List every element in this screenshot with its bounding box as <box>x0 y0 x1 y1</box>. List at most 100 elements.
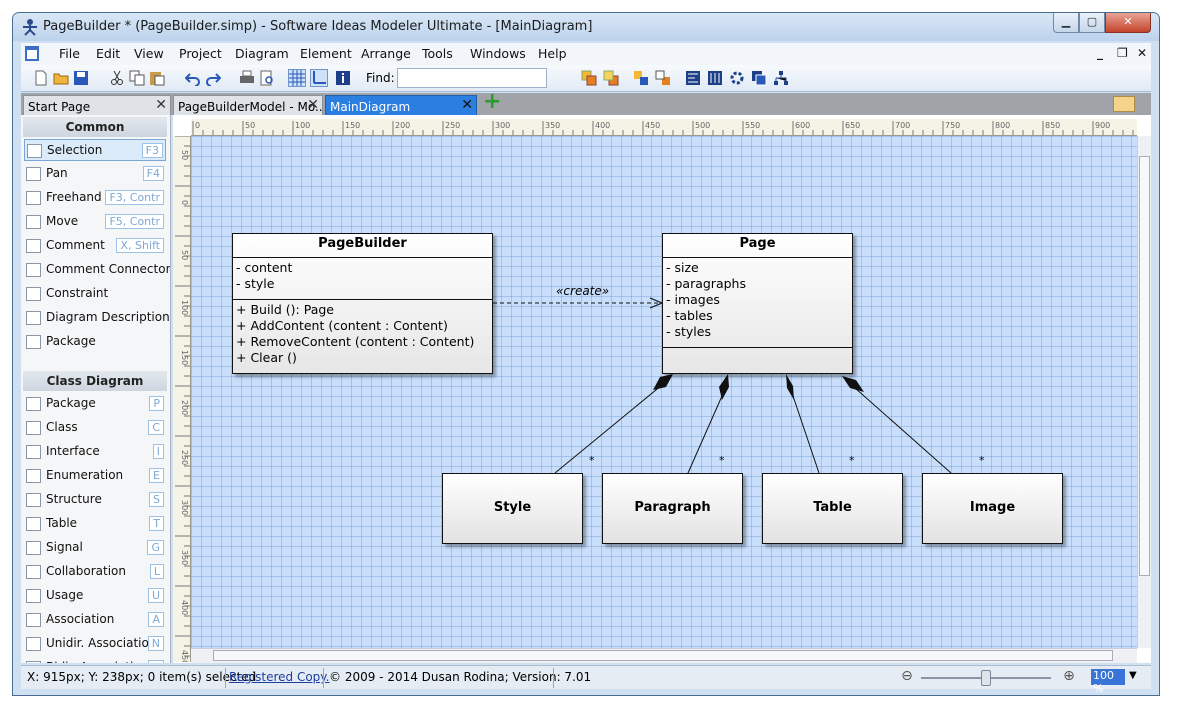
document-icon[interactable] <box>24 45 40 62</box>
add-tab-icon[interactable]: + <box>483 91 501 113</box>
tool-diagram-description[interactable]: Diagram Description <box>24 307 170 329</box>
tool-table[interactable]: Table T <box>24 513 166 535</box>
tool-class[interactable]: Class C <box>24 417 166 439</box>
grid-icon[interactable] <box>288 69 306 87</box>
vertical-scrollbar[interactable] <box>1137 136 1151 648</box>
menu-tools[interactable]: Tools <box>422 46 453 61</box>
tool-association[interactable]: Association A <box>24 609 166 631</box>
chevron-down-icon[interactable]: ▼ <box>1129 670 1137 681</box>
close-tab-icon[interactable]: ✕ <box>155 97 167 113</box>
diagram-canvas[interactable]: PageBuilder - content - style + Build ()… <box>191 136 1137 648</box>
menu-help[interactable]: Help <box>538 46 567 61</box>
vertical-scroll-thumb[interactable] <box>1139 156 1150 576</box>
tool-structure[interactable]: Structure S <box>24 489 166 511</box>
copy-icon[interactable] <box>129 70 145 86</box>
tool-interface[interactable]: Interface I <box>24 441 166 463</box>
horizontal-scrollbar[interactable] <box>191 648 1137 663</box>
tool-package[interactable]: Package P <box>24 393 166 415</box>
tab-start-page[interactable]: Start Page ✕ <box>23 95 171 115</box>
send-back-icon[interactable] <box>603 70 619 86</box>
tab-pagebuildermodel[interactable]: PageBuilderModel - Mo... ✕ <box>173 95 323 115</box>
redo-icon[interactable] <box>205 70 221 86</box>
save-icon[interactable] <box>73 70 89 86</box>
class-image[interactable]: Image <box>922 473 1063 544</box>
bring-front-icon[interactable] <box>581 70 597 86</box>
snap-icon[interactable] <box>310 69 328 87</box>
mdi-close-button[interactable]: ✕ <box>1137 46 1147 60</box>
maximize-button[interactable]: ▢ <box>1079 13 1105 33</box>
ruler-label: 150 <box>180 350 189 365</box>
tool-collaboration[interactable]: Collaboration L <box>24 561 166 583</box>
zoom-out-icon[interactable]: ⊖ <box>899 669 915 685</box>
settings-icon[interactable] <box>729 70 745 86</box>
layers-icon[interactable] <box>751 70 767 86</box>
menu-windows[interactable]: Windows <box>470 46 526 61</box>
diagram-canvas-area: 0 50 100 150 200 250 300 350 400 450 500 550 600 650 7… <box>173 115 1151 663</box>
mdi-restore-button[interactable]: ❐ <box>1117 46 1128 60</box>
menu-element[interactable]: Element <box>300 46 352 61</box>
tool-label: Selection <box>47 143 103 157</box>
paste-icon[interactable] <box>149 70 165 86</box>
class-style[interactable]: Style <box>442 473 583 544</box>
new-icon[interactable] <box>33 70 49 86</box>
open-icon[interactable] <box>53 70 69 86</box>
tool-move[interactable]: Move F5, Contr <box>24 211 166 233</box>
menu-arrange[interactable]: Arrange <box>361 46 411 61</box>
tool-pan[interactable]: Pan F4 <box>24 163 166 185</box>
menu-file[interactable]: File <box>59 46 80 61</box>
toolbox-section-common[interactable]: Common <box>23 117 167 137</box>
tool-bidir-association[interactable]: Bidir. AssociationB <box>24 657 166 663</box>
print-preview-icon[interactable] <box>259 70 275 86</box>
find-input[interactable] <box>397 68 547 88</box>
composition-table[interactable] <box>786 374 820 474</box>
tool-comment[interactable]: Comment X, Shift <box>24 235 166 257</box>
undo-icon[interactable] <box>185 70 201 86</box>
mdi-minimize-button[interactable]: _ <box>1097 46 1103 60</box>
menu-project[interactable]: Project <box>179 46 222 61</box>
minimize-button[interactable]: ▁ <box>1053 13 1079 33</box>
tool-constraint[interactable]: Constraint <box>24 283 166 305</box>
toolbox-section-class-diagram[interactable]: Class Diagram <box>23 371 167 391</box>
ruler-label: 350 <box>545 121 560 130</box>
tool-selection[interactable]: Selection F3 <box>24 139 166 161</box>
composition-style[interactable] <box>554 374 673 474</box>
class-pagebuilder[interactable]: PageBuilder - content - style + Build ()… <box>232 233 493 374</box>
tool-enumeration[interactable]: Enumeration E <box>24 465 166 487</box>
tool-package[interactable]: Package <box>24 331 166 353</box>
horizontal-scroll-thumb[interactable] <box>213 650 1113 661</box>
window-layout-icon[interactable] <box>1113 96 1135 112</box>
move-icon <box>26 215 41 229</box>
cut-icon[interactable] <box>109 70 125 86</box>
send-backward-icon[interactable] <box>655 70 671 86</box>
layout-icon[interactable] <box>773 70 789 86</box>
close-tab-icon[interactable]: ✕ <box>461 97 473 113</box>
tool-usage[interactable]: Usage U <box>24 585 166 607</box>
menu-diagram[interactable]: Diagram <box>235 46 289 61</box>
class-table[interactable]: Table <box>762 473 903 544</box>
signal-icon <box>26 541 41 555</box>
zoom-in-icon[interactable]: ⊕ <box>1061 669 1077 685</box>
class-page[interactable]: Page - size - paragraphs - images - tabl… <box>662 233 853 374</box>
class-paragraph[interactable]: Paragraph <box>602 473 743 544</box>
tool-freehand-pa[interactable]: Freehand Pa F3, Contr <box>24 187 166 209</box>
tab-maindiagram[interactable]: MainDiagram ✕ <box>325 95 477 115</box>
tool-unidir-association[interactable]: Unidir. Association N <box>24 633 166 655</box>
bring-forward-icon[interactable] <box>633 70 649 86</box>
menu-view[interactable]: View <box>134 46 164 61</box>
ruler-label: 650 <box>845 121 860 130</box>
tool-label: Package <box>46 396 96 410</box>
zoom-slider-thumb[interactable] <box>981 670 991 686</box>
zoom-level-select[interactable]: 100 % <box>1091 669 1125 695</box>
tool-signal[interactable]: Signal G <box>24 537 166 559</box>
tool-comment-connector[interactable]: Comment Connector <box>24 259 170 281</box>
print-icon[interactable] <box>239 70 255 86</box>
distribute-icon[interactable] <box>707 70 723 86</box>
align-icon[interactable] <box>685 70 701 86</box>
composition-image[interactable] <box>842 376 952 474</box>
close-button[interactable]: ✕ <box>1105 13 1151 33</box>
close-tab-icon[interactable]: ✕ <box>307 97 319 113</box>
ruler-label: 450 <box>645 121 660 130</box>
info-icon[interactable] <box>335 70 351 86</box>
registered-copy-link[interactable]: Registered Copy. <box>229 670 330 684</box>
menu-edit[interactable]: Edit <box>96 46 120 61</box>
